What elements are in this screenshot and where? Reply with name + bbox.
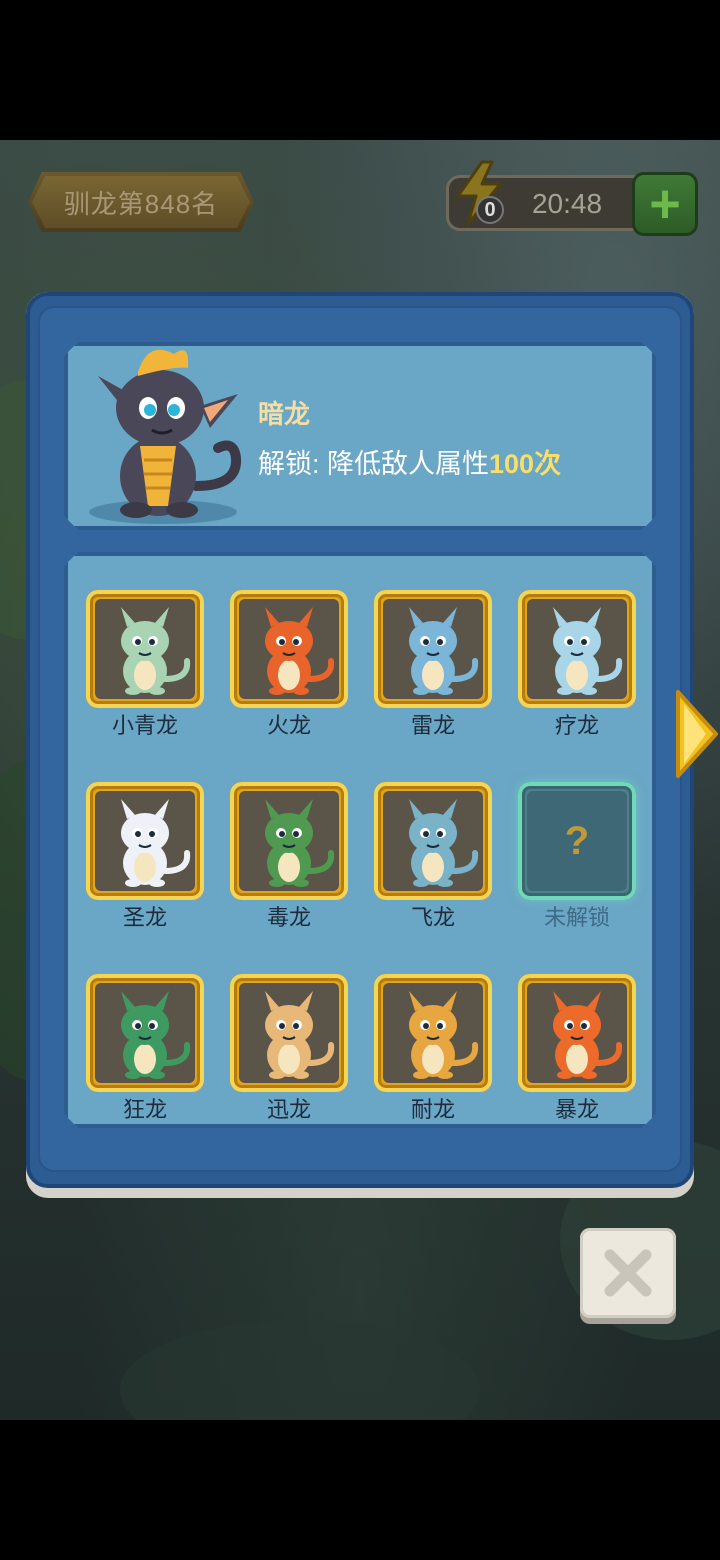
card-portrait bbox=[95, 983, 195, 1083]
card-frame bbox=[86, 974, 204, 1092]
question-mark-icon: ? bbox=[564, 818, 590, 863]
dragon-icon bbox=[265, 799, 335, 887]
card-portrait bbox=[527, 599, 627, 699]
next-page-arrow-icon[interactable] bbox=[672, 686, 720, 782]
unlock-condition-text: 解锁: 降低敌人属性 bbox=[258, 449, 490, 479]
card-frame: ? bbox=[518, 782, 636, 900]
dark-dragon-portrait bbox=[89, 349, 242, 524]
dragon-label: 狂龙 bbox=[122, 1097, 167, 1122]
card-portrait: ? bbox=[527, 791, 627, 891]
dragon-label: 暴龙 bbox=[554, 1097, 599, 1122]
rank-badge: 驯龙第848名 bbox=[28, 172, 254, 232]
dragon-icon bbox=[121, 991, 191, 1079]
dragon-label: 小青龙 bbox=[111, 713, 178, 738]
card-frame bbox=[230, 782, 348, 900]
dragon-icon bbox=[409, 799, 479, 887]
card-portrait bbox=[239, 599, 339, 699]
dragon-label: 圣龙 bbox=[122, 905, 167, 930]
card-portrait bbox=[383, 791, 483, 891]
rank-label: 驯龙第848名 bbox=[63, 188, 219, 219]
dragon-card[interactable]: 火龙 bbox=[230, 590, 348, 740]
dragon-card[interactable]: 疗龙 bbox=[518, 590, 636, 740]
dragon-icon bbox=[265, 991, 335, 1079]
card-frame bbox=[86, 782, 204, 900]
unlock-condition: 解锁: 降低敌人属性100次 bbox=[258, 442, 561, 481]
dragon-card[interactable]: 毒龙 bbox=[230, 782, 348, 932]
dragon-icon bbox=[553, 991, 623, 1079]
dragon-card-locked[interactable]: ? 未解锁 bbox=[518, 782, 636, 932]
dragon-card[interactable]: 耐龙 bbox=[374, 974, 492, 1124]
card-frame bbox=[86, 590, 204, 708]
energy-count: 0 bbox=[476, 196, 504, 224]
card-portrait bbox=[95, 599, 195, 699]
dragon-icon bbox=[265, 607, 335, 695]
card-frame bbox=[374, 782, 492, 900]
card-portrait bbox=[239, 791, 339, 891]
dragon-label: 毒龙 bbox=[266, 905, 311, 930]
dragon-card[interactable]: 飞龙 bbox=[374, 782, 492, 932]
card-frame bbox=[374, 974, 492, 1092]
dragon-card[interactable]: 暴龙 bbox=[518, 974, 636, 1124]
dragon-icon bbox=[121, 607, 191, 695]
unlock-condition-value: 100次 bbox=[489, 449, 562, 479]
card-frame bbox=[518, 974, 636, 1092]
card-portrait bbox=[383, 599, 483, 699]
dragon-label: 飞龙 bbox=[410, 905, 455, 930]
dragon-card[interactable]: 小青龙 bbox=[86, 590, 204, 740]
dragon-icon bbox=[409, 991, 479, 1079]
dragon-icon bbox=[553, 607, 623, 695]
dragon-label: 火龙 bbox=[266, 713, 311, 738]
close-icon bbox=[604, 1249, 652, 1297]
card-portrait bbox=[527, 983, 627, 1083]
dragon-icon bbox=[121, 799, 191, 887]
dragon-label: 未解锁 bbox=[543, 905, 610, 930]
card-portrait bbox=[383, 983, 483, 1083]
selected-dragon-name: 暗龙 bbox=[258, 399, 311, 429]
card-frame bbox=[230, 974, 348, 1092]
dragon-label: 雷龙 bbox=[410, 713, 455, 738]
dragon-card[interactable]: 狂龙 bbox=[86, 974, 204, 1124]
dragon-card[interactable]: 雷龙 bbox=[374, 590, 492, 740]
card-portrait bbox=[95, 791, 195, 891]
add-energy-button[interactable]: + bbox=[632, 172, 698, 236]
dragon-card[interactable]: 迅龙 bbox=[230, 974, 348, 1124]
card-frame bbox=[374, 590, 492, 708]
dragon-label: 疗龙 bbox=[554, 713, 599, 738]
card-portrait bbox=[239, 983, 339, 1083]
dragon-icon bbox=[409, 607, 479, 695]
close-button[interactable] bbox=[580, 1228, 676, 1318]
energy-timer: 20:48 bbox=[531, 188, 603, 219]
card-frame bbox=[518, 590, 636, 708]
dragon-label: 耐龙 bbox=[410, 1097, 455, 1122]
plus-icon: + bbox=[649, 174, 681, 234]
dragon-card[interactable]: 圣龙 bbox=[86, 782, 204, 932]
card-frame bbox=[230, 590, 348, 708]
dragon-label: 迅龙 bbox=[266, 1097, 311, 1122]
